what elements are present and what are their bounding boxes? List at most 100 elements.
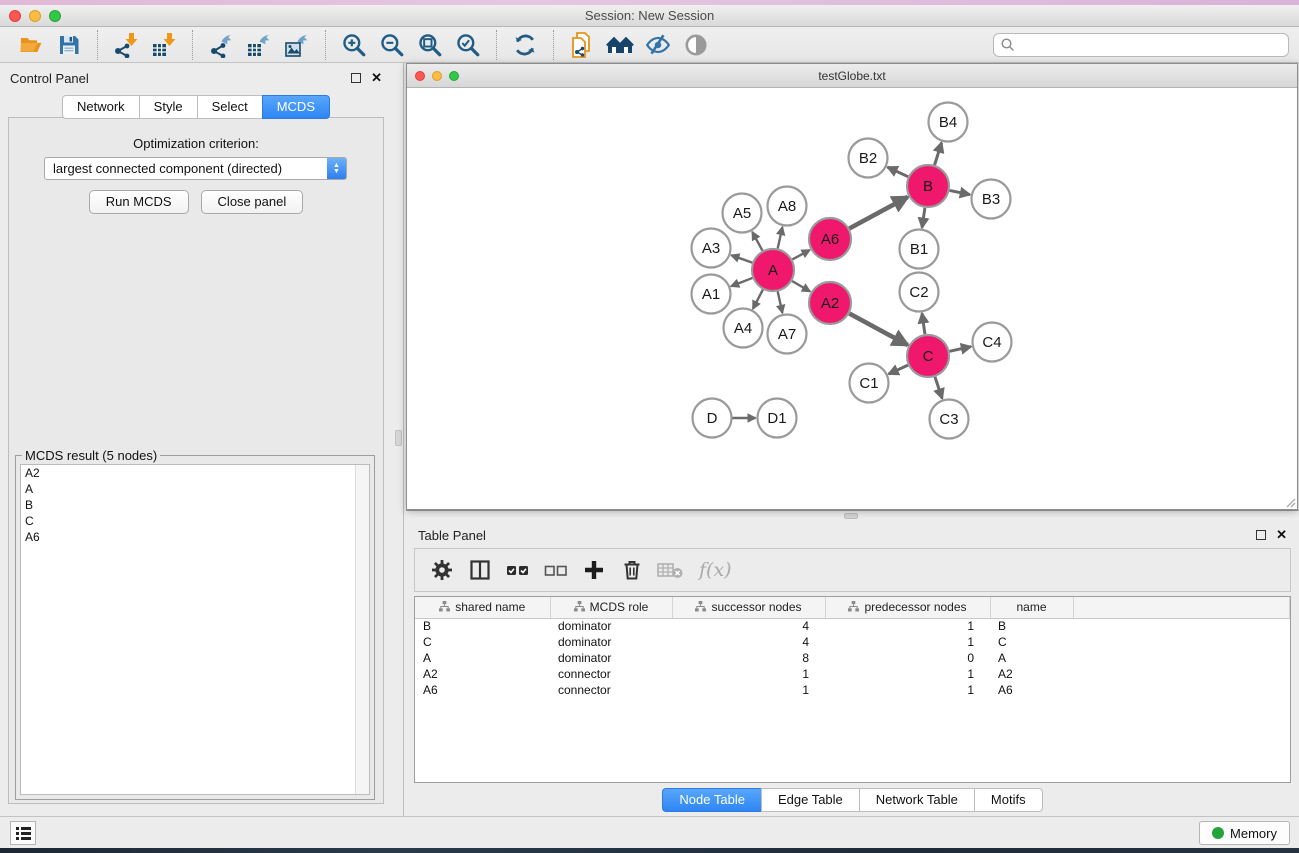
tab-select[interactable]: Select (197, 95, 262, 119)
table-row[interactable]: Cdominator41C (415, 634, 1290, 650)
add-column-icon[interactable] (577, 553, 611, 587)
tab-node-table[interactable]: Node Table (662, 788, 761, 812)
edge-C-C2[interactable] (922, 313, 925, 334)
window-resize-grip[interactable] (1284, 496, 1296, 508)
table-cell[interactable]: A2 (415, 666, 550, 682)
table-cell[interactable]: 0 (825, 650, 990, 666)
table-cell[interactable]: dominator (550, 634, 672, 650)
apply-layout-icon[interactable] (506, 29, 544, 61)
column-header-name[interactable]: name (990, 597, 1073, 618)
edge-B-B3[interactable] (950, 190, 970, 194)
table-cell[interactable]: C (415, 634, 550, 650)
network-canvas[interactable]: B4B2BB3A8A5A6A3B1AC2A1A2A4A7C4CC1DD1C3 (407, 88, 1297, 509)
table-cell[interactable]: 8 (672, 650, 825, 666)
table-cell[interactable]: B (990, 618, 1073, 634)
result-list-item[interactable]: C (21, 513, 369, 529)
zoom-in-icon[interactable] (335, 29, 373, 61)
table-cell[interactable]: A6 (990, 682, 1073, 698)
table-cell[interactable]: B (415, 618, 550, 634)
table-cell[interactable] (1073, 634, 1290, 650)
table-cell[interactable]: dominator (550, 618, 672, 634)
edge-A-A8[interactable] (778, 227, 783, 249)
tab-edge-table[interactable]: Edge Table (761, 788, 859, 812)
tab-network-table[interactable]: Network Table (859, 788, 974, 812)
network-window-titlebar[interactable]: testGlobe.txt (407, 64, 1297, 88)
table-cell[interactable]: 1 (825, 618, 990, 634)
edge-A-A2[interactable] (792, 281, 810, 291)
column-header-successor-nodes[interactable]: successor nodes (672, 597, 825, 618)
export-image-icon[interactable] (278, 29, 316, 61)
edge-C-C1[interactable] (889, 365, 908, 374)
zoom-out-icon[interactable] (373, 29, 411, 61)
column-layout-icon[interactable] (463, 553, 497, 587)
column-header-shared-name[interactable]: shared name (415, 597, 550, 618)
zoom-fit-icon[interactable] (411, 29, 449, 61)
close-table-panel-icon[interactable]: ✕ (1276, 530, 1287, 540)
deselect-all-rows-icon[interactable] (539, 553, 573, 587)
zoom-selected-icon[interactable] (449, 29, 487, 61)
table-cell[interactable]: 4 (672, 618, 825, 634)
table-cell[interactable]: C (990, 634, 1073, 650)
table-row[interactable]: A6connector11A6 (415, 682, 1290, 698)
save-session-icon[interactable] (50, 29, 88, 61)
edge-A-A5[interactable] (752, 232, 762, 251)
node-table[interactable]: shared nameMCDS rolesuccessor nodesprede… (414, 596, 1291, 783)
criterion-dropdown[interactable]: largest connected component (directed) ▲… (44, 157, 347, 180)
hide-selected-icon[interactable] (639, 29, 677, 61)
edge-A-A6[interactable] (792, 250, 809, 260)
result-list-item[interactable]: B (21, 497, 369, 513)
result-list-item[interactable]: A (21, 481, 369, 497)
edge-A6-B[interactable] (849, 197, 907, 229)
table-row[interactable]: Adominator80A (415, 650, 1290, 666)
search-field[interactable] (993, 33, 1289, 57)
result-list-item[interactable]: A2 (21, 465, 369, 481)
select-all-rows-icon[interactable] (501, 553, 535, 587)
table-cell[interactable]: A (415, 650, 550, 666)
gear-icon[interactable] (425, 553, 459, 587)
edge-B-B4[interactable] (935, 143, 942, 165)
network-graph[interactable]: B4B2BB3A8A5A6A3B1AC2A1A2A4A7C4CC1DD1C3 (407, 88, 1297, 509)
task-history-button[interactable] (10, 821, 36, 845)
edge-C-C4[interactable] (949, 347, 971, 352)
table-cell[interactable]: 1 (672, 682, 825, 698)
export-table-icon[interactable] (240, 29, 278, 61)
result-list-item[interactable]: A6 (21, 529, 369, 545)
table-cell[interactable]: A2 (990, 666, 1073, 682)
float-table-panel-icon[interactable] (1256, 530, 1266, 540)
vertical-split-divider[interactable] (392, 63, 406, 816)
import-table-icon[interactable] (145, 29, 183, 61)
table-cell[interactable] (1073, 682, 1290, 698)
table-cell[interactable]: 1 (825, 634, 990, 650)
table-row[interactable]: A2connector11A2 (415, 666, 1290, 682)
table-cell[interactable]: A6 (415, 682, 550, 698)
close-panel-icon[interactable]: ✕ (371, 73, 382, 83)
tab-mcds[interactable]: MCDS (262, 95, 330, 119)
close-panel-button[interactable]: Close panel (201, 190, 304, 214)
show-all-icon[interactable] (677, 29, 715, 61)
column-header-MCDS-role[interactable]: MCDS role (550, 597, 672, 618)
tab-style[interactable]: Style (139, 95, 197, 119)
table-cell[interactable] (1073, 650, 1290, 666)
edge-A-A1[interactable] (731, 278, 752, 286)
table-cell[interactable]: connector (550, 666, 672, 682)
table-cell[interactable]: dominator (550, 650, 672, 666)
table-cell[interactable] (1073, 666, 1290, 682)
table-cell[interactable]: A (990, 650, 1073, 666)
memory-button[interactable]: Memory (1199, 821, 1290, 845)
edge-B-B1[interactable] (922, 208, 925, 228)
mcds-result-list[interactable]: A2ABCA6 (20, 464, 370, 795)
edge-B-B2[interactable] (887, 167, 908, 177)
search-input[interactable] (1016, 35, 1288, 55)
export-network-icon[interactable] (202, 29, 240, 61)
edge-A-A3[interactable] (731, 255, 752, 262)
edge-A2-C[interactable] (849, 313, 907, 345)
horizontal-split-divider[interactable] (406, 510, 1299, 520)
table-cell[interactable]: 4 (672, 634, 825, 650)
table-row[interactable]: Bdominator41B (415, 618, 1290, 634)
table-cell[interactable]: 1 (672, 666, 825, 682)
tab-network[interactable]: Network (62, 95, 139, 119)
edge-C-C3[interactable] (935, 377, 942, 399)
first-neighbors-icon[interactable] (601, 29, 639, 61)
table-cell[interactable] (1073, 618, 1290, 634)
edge-A-A4[interactable] (753, 290, 763, 309)
